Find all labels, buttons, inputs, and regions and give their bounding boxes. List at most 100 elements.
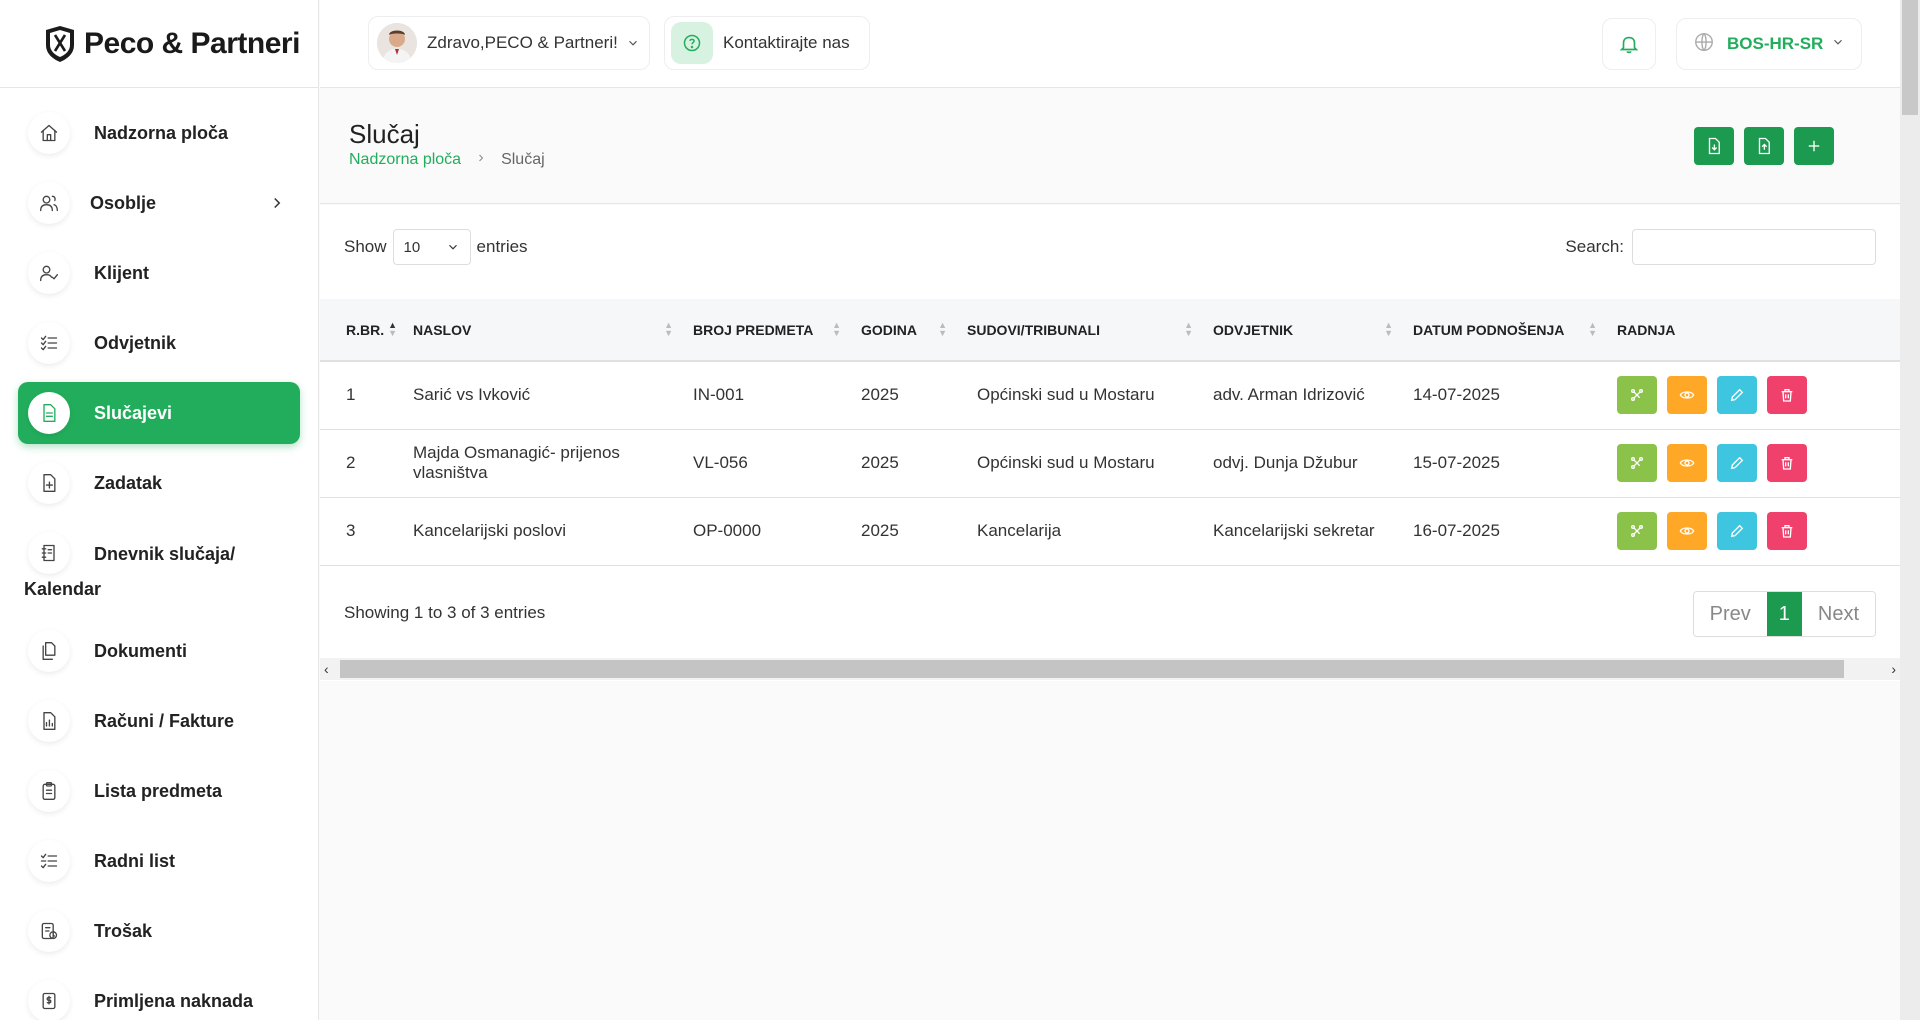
delete-button[interactable] xyxy=(1767,376,1807,415)
user-menu[interactable]: Zdravo,PECO & Partneri! xyxy=(368,16,650,70)
column-header-rbr[interactable]: R.BR. ▲ ▼ xyxy=(320,299,403,362)
column-header-broj-predmeta[interactable]: BROJ PREDMETA ▲ ▼ xyxy=(679,299,847,362)
trash-icon xyxy=(1781,525,1793,538)
eye-icon xyxy=(1679,391,1695,399)
sidebar-item-nadzorna-ploca[interactable]: Nadzorna ploča xyxy=(18,102,300,164)
sort-icon: ▲ ▼ xyxy=(832,320,841,338)
search-input[interactable] xyxy=(1632,229,1876,265)
sidebar-item-lista-predmeta[interactable]: Lista predmeta xyxy=(18,760,300,822)
entries-value: 10 xyxy=(403,238,421,256)
contact-button[interactable]: Kontaktirajte nas xyxy=(664,16,870,70)
prev-page-button[interactable]: Prev xyxy=(1693,592,1767,636)
file-import-icon xyxy=(1708,137,1720,155)
sidebar-item-radni-list[interactable]: Radni list xyxy=(18,830,300,892)
pencil-icon xyxy=(1730,456,1744,470)
sidebar-item-dnevnik[interactable]: Dnevnik slučaja/ Kalendar xyxy=(18,522,300,612)
sidebar-item-label: Nadzorna ploča xyxy=(94,122,229,143)
share-button[interactable] xyxy=(1617,376,1657,415)
sidebar-item-label: Klijent xyxy=(94,262,150,283)
cell-godina: 2025 xyxy=(847,361,953,430)
cell-naslov: Kancelarijski poslovi xyxy=(403,497,679,566)
topbar: Zdravo,PECO & Partneri! Kontaktirajte na… xyxy=(320,0,1900,88)
table-row: 3 Kancelarijski poslovi OP-0000 2025 Kan… xyxy=(320,497,1900,566)
cell-rbr: 3 xyxy=(320,497,403,566)
edit-button[interactable] xyxy=(1717,512,1757,550)
sidebar-item-label: Odvjetnik xyxy=(94,332,177,353)
delete-button[interactable] xyxy=(1767,444,1807,482)
column-header-datum[interactable]: DATUM PODNOŠENJA ▲ ▼ xyxy=(1399,299,1603,362)
help-circle-icon xyxy=(671,22,713,64)
table-header-row: R.BR. ▲ ▼ NASLOV ▲ ▼ BROJ PREDMETA ▲ ▼ GODINA ▲… xyxy=(320,299,1900,362)
view-button[interactable] xyxy=(1667,376,1707,415)
checklist-icon xyxy=(28,840,70,882)
share-icon xyxy=(1631,525,1643,537)
breadcrumb: Nadzorna ploča Slučaj xyxy=(349,151,545,169)
eye-icon xyxy=(1679,459,1695,467)
brand[interactable]: Peco & Partneri xyxy=(0,0,318,88)
entries-select[interactable]: 10 xyxy=(392,229,471,265)
table-info: Showing 1 to 3 of 3 entries xyxy=(344,603,546,622)
file-export-icon xyxy=(1758,137,1770,155)
sidebar-item-label: Radni list xyxy=(94,850,176,871)
scroll-right-arrow-icon[interactable]: › xyxy=(1891,661,1896,677)
home-icon xyxy=(28,112,70,154)
cell-sud: Kancelarija xyxy=(953,497,1199,566)
scrollbar-thumb[interactable] xyxy=(340,660,1844,678)
cell-datum: 14-07-2025 xyxy=(1399,361,1603,430)
edit-button[interactable] xyxy=(1717,444,1757,482)
sort-icon: ▲ ▼ xyxy=(1384,320,1393,338)
column-header-godina[interactable]: GODINA ▲ ▼ xyxy=(847,299,953,362)
table-row: 2 Majda Osmanagić- prijenos vlasništva V… xyxy=(320,429,1900,498)
export-button[interactable] xyxy=(1744,127,1784,165)
cell-godina: 2025 xyxy=(847,497,953,566)
column-header-odvjetnik[interactable]: ODVJETNIK ▲ ▼ xyxy=(1199,299,1399,362)
add-case-button[interactable] xyxy=(1794,127,1834,165)
cell-odvjetnik: odvj. Dunja Džubur xyxy=(1199,429,1399,498)
dollar-icon xyxy=(28,980,70,1020)
language-selector[interactable]: BOS-HR-SR xyxy=(1676,18,1862,70)
chevron-down-icon xyxy=(448,244,457,250)
copy-icon xyxy=(28,630,70,672)
cell-sud: Općinski sud u Mostaru xyxy=(953,429,1199,498)
sidebar-item-primljena-naknada[interactable]: Primljena naknada xyxy=(18,970,300,1020)
sidebar-item-zadatak[interactable]: Zadatak xyxy=(18,452,300,514)
sidebar-item-odvjetnik[interactable]: Odvjetnik xyxy=(18,312,300,374)
breadcrumb-home-link[interactable]: Nadzorna ploča xyxy=(349,151,461,169)
scroll-left-arrow-icon[interactable]: ‹ xyxy=(324,661,329,677)
brand-name: Peco & Partneri xyxy=(84,26,300,60)
page-title: Slučaj xyxy=(349,119,420,149)
cell-actions xyxy=(1603,497,1900,566)
vertical-scrollbar[interactable] xyxy=(1900,0,1920,1020)
sidebar-item-dokumenti[interactable]: Dokumenti xyxy=(18,620,300,682)
pagination: Prev 1 Next xyxy=(1692,591,1876,637)
column-header-sudovi[interactable]: SUDOVI/TRIBUNALI ▲ ▼ xyxy=(953,299,1199,362)
notifications-button[interactable] xyxy=(1602,18,1656,70)
share-button[interactable] xyxy=(1617,512,1657,550)
sidebar-item-trosak[interactable]: Trošak xyxy=(18,900,300,962)
share-button[interactable] xyxy=(1617,444,1657,482)
users-icon xyxy=(28,182,70,224)
cell-godina: 2025 xyxy=(847,429,953,498)
sidebar-item-osoblje[interactable]: Osoblje xyxy=(18,172,300,234)
view-button[interactable] xyxy=(1667,444,1707,482)
cell-datum: 15-07-2025 xyxy=(1399,429,1603,498)
horizontal-scrollbar[interactable]: ‹ › xyxy=(320,658,1900,680)
sidebar-item-label: Računi / Fakture xyxy=(94,710,235,731)
sidebar-item-label: Slučajevi xyxy=(94,402,173,423)
eye-icon xyxy=(1679,527,1695,535)
sidebar: Peco & Partneri Nadzorna ploča Osoblje K… xyxy=(0,0,319,1020)
bell-icon xyxy=(1619,36,1639,54)
sidebar-item-slucajevi[interactable]: Slučajevi xyxy=(18,382,300,444)
view-button[interactable] xyxy=(1667,512,1707,550)
column-header-naslov[interactable]: NASLOV ▲ ▼ xyxy=(403,299,679,362)
next-page-button[interactable]: Next xyxy=(1801,592,1875,636)
scrollbar-thumb[interactable] xyxy=(1902,0,1918,115)
sidebar-item-racuni[interactable]: Računi / Fakture xyxy=(18,690,300,752)
header-actions xyxy=(1694,127,1834,165)
import-button[interactable] xyxy=(1694,127,1734,165)
edit-button[interactable] xyxy=(1717,376,1757,415)
chevron-right-icon xyxy=(268,194,286,212)
delete-button[interactable] xyxy=(1767,512,1807,550)
sidebar-item-klijent[interactable]: Klijent xyxy=(18,242,300,304)
page-1-button[interactable]: 1 xyxy=(1766,592,1802,636)
